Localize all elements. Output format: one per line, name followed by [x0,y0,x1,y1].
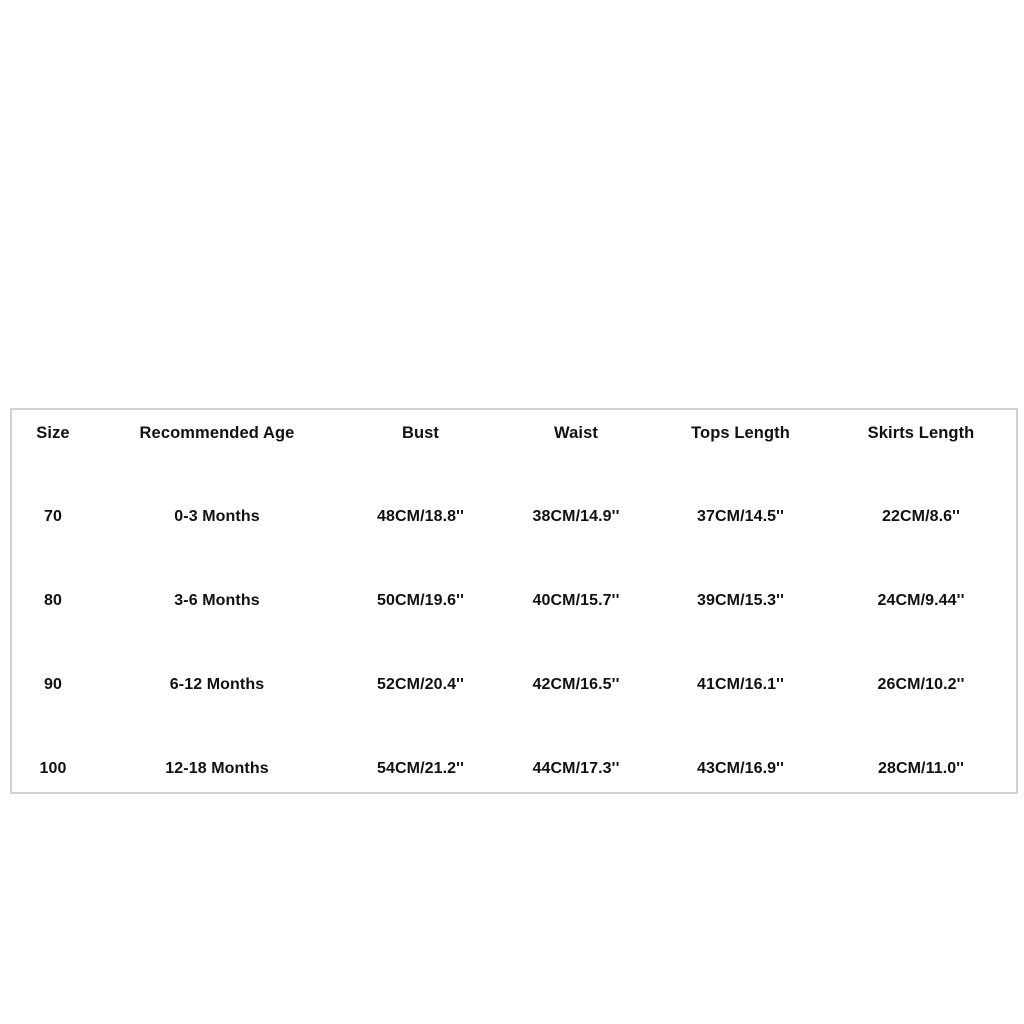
gutter-cell [498,621,654,665]
cell-recommended-age: 12-18 Months [91,747,343,791]
gutter-cell [91,705,343,749]
gutter-cell [341,705,500,749]
header-cell-size: Size [13,411,93,455]
gutter-cell [498,537,654,581]
row-gutter [13,537,1015,581]
cell-size: 100 [13,747,93,791]
cell-skirts-length: 28CM/11.0'' [827,747,1015,791]
value-skirts-length: 28CM/11.0'' [877,760,965,777]
gutter-cell [341,453,500,497]
cell-size: 70 [13,495,93,539]
cell-waist: 40CM/15.7'' [498,579,654,623]
value-tops-length: 39CM/15.3'' [697,592,784,609]
value-bust: 50CM/19.6'' [377,592,464,609]
cell-recommended-age: 0-3 Months [91,495,343,539]
gutter-cell [652,537,829,581]
gutter-cell [13,705,93,749]
cell-waist: 38CM/14.9'' [498,495,654,539]
value-waist: 44CM/17.3'' [532,760,620,777]
gutter-cell [827,453,1015,497]
header-label-recommended-age: Recommended Age [139,423,295,442]
value-tops-length: 37CM/14.5'' [697,508,784,525]
gutter-cell [13,621,93,665]
value-waist: 38CM/14.9'' [532,508,620,525]
gutter-cell [341,537,500,581]
value-size: 90 [44,676,62,693]
cell-skirts-length: 26CM/10.2'' [827,663,1015,707]
table-row: 100 12-18 Months 54CM/21.2'' 44CM/17.3''… [13,747,1015,791]
size-chart-header: Size Recommended Age Bust Waist Tops Len… [13,411,1015,455]
cell-size: 80 [13,579,93,623]
value-tops-length: 43CM/16.9'' [697,760,784,777]
row-gutter [13,705,1015,749]
cell-size: 90 [13,663,93,707]
cell-waist: 42CM/16.5'' [498,663,654,707]
header-label-tops-length: Tops Length [691,423,790,442]
cell-bust: 52CM/20.4'' [341,663,500,707]
cell-tops-length: 43CM/16.9'' [652,747,829,791]
cell-tops-length: 41CM/16.1'' [652,663,829,707]
cell-waist: 44CM/17.3'' [498,747,654,791]
cell-bust: 50CM/19.6'' [341,579,500,623]
header-cell-waist: Waist [498,411,654,455]
size-chart-body: 70 0-3 Months 48CM/18.8'' 38CM/14.9'' 37… [13,453,1015,791]
gutter-cell [827,621,1015,665]
value-skirts-length: 26CM/10.2'' [877,676,965,693]
gutter-cell [652,621,829,665]
table-row: 70 0-3 Months 48CM/18.8'' 38CM/14.9'' 37… [13,495,1015,539]
gutter-cell [91,537,343,581]
gutter-cell [498,453,654,497]
header-row: Size Recommended Age Bust Waist Tops Len… [13,411,1015,455]
cell-tops-length: 37CM/14.5'' [652,495,829,539]
header-label-bust: Bust [401,423,440,442]
gutter-cell [341,621,500,665]
value-size: 100 [39,760,67,777]
header-cell-skirts-length: Skirts Length [827,411,1015,455]
gutter-cell [13,453,93,497]
value-skirts-length: 24CM/9.44'' [877,592,965,609]
table-row: 80 3-6 Months 50CM/19.6'' 40CM/15.7'' 39… [13,579,1015,623]
value-bust: 52CM/20.4'' [377,676,464,693]
value-waist: 40CM/15.7'' [532,592,620,609]
table-row: 90 6-12 Months 52CM/20.4'' 42CM/16.5'' 4… [13,663,1015,707]
cell-bust: 54CM/21.2'' [341,747,500,791]
value-tops-length: 41CM/16.1'' [697,676,784,693]
value-size: 80 [44,592,62,609]
gutter-cell [498,705,654,749]
size-chart-container: Size Recommended Age Bust Waist Tops Len… [10,408,1018,794]
cell-tops-length: 39CM/15.3'' [652,579,829,623]
value-waist: 42CM/16.5'' [532,676,620,693]
gutter-cell [827,537,1015,581]
value-recommended-age: 3-6 Months [174,592,260,609]
gutter-cell [827,705,1015,749]
size-chart-table: Size Recommended Age Bust Waist Tops Len… [10,408,1018,794]
header-cell-bust: Bust [341,411,500,455]
header-label-skirts-length: Skirts Length [867,423,975,442]
value-bust: 48CM/18.8'' [377,508,464,525]
cell-recommended-age: 6-12 Months [91,663,343,707]
cell-skirts-length: 22CM/8.6'' [827,495,1015,539]
gutter-cell [652,705,829,749]
cell-bust: 48CM/18.8'' [341,495,500,539]
header-cell-recommended-age: Recommended Age [91,411,343,455]
gutter-cell [652,453,829,497]
value-recommended-age: 6-12 Months [169,676,265,693]
value-skirts-length: 22CM/8.6'' [882,508,960,525]
value-recommended-age: 12-18 Months [165,760,269,777]
value-size: 70 [44,508,62,525]
header-label-size: Size [36,423,70,442]
cell-skirts-length: 24CM/9.44'' [827,579,1015,623]
cell-recommended-age: 3-6 Months [91,579,343,623]
header-cell-tops-length: Tops Length [652,411,829,455]
image-canvas: Size Recommended Age Bust Waist Tops Len… [0,0,1024,1024]
row-gutter [13,453,1015,497]
gutter-cell [91,453,343,497]
gutter-cell [13,537,93,581]
value-bust: 54CM/21.2'' [377,760,464,777]
header-label-waist: Waist [554,423,598,442]
gutter-cell [91,621,343,665]
row-gutter [13,621,1015,665]
value-recommended-age: 0-3 Months [174,508,260,525]
